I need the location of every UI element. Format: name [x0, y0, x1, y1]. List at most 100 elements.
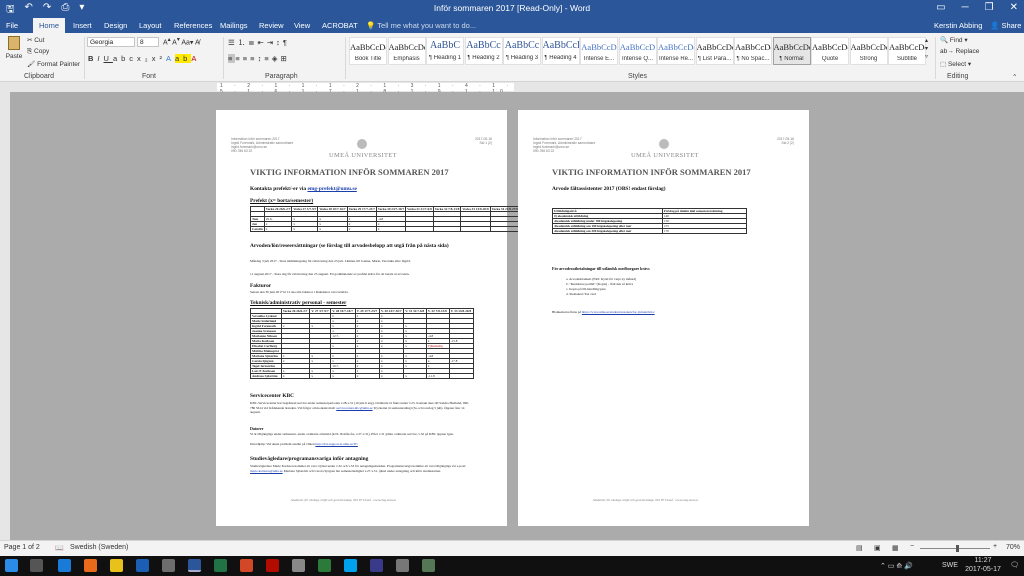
- skype-icon[interactable]: [344, 559, 357, 572]
- style-normal[interactable]: AaBbCcDd ¶ Normal: [772, 37, 811, 65]
- tab-view[interactable]: View: [294, 21, 310, 30]
- excel-icon[interactable]: [214, 559, 227, 572]
- share-button[interactable]: 👤 Share: [990, 21, 1021, 30]
- task-view-icon[interactable]: [30, 559, 43, 572]
- style-intense-q[interactable]: AaBbCcD Intense Q...: [618, 37, 657, 65]
- underline-button[interactable]: U: [104, 54, 113, 63]
- bullets-icon[interactable]: ☰: [228, 38, 238, 47]
- collapse-ribbon-icon[interactable]: ⌃: [1012, 73, 1017, 81]
- app-icon[interactable]: [292, 559, 305, 572]
- user-name[interactable]: Kerstin Abbing: [934, 21, 982, 30]
- style-heading-4[interactable]: AaBbCcD ¶ Heading 4: [541, 37, 580, 65]
- firefox-icon[interactable]: [84, 559, 97, 572]
- tab-mailings[interactable]: Mailings: [220, 21, 248, 30]
- zoom-slider[interactable]: [920, 548, 990, 549]
- style-intense-re[interactable]: AaBbCcDd Intense Re...: [657, 37, 695, 65]
- style-intense-e[interactable]: AaBbCcD Intense E...: [580, 37, 618, 65]
- acrobat-icon[interactable]: [266, 559, 279, 572]
- text-effects-icon[interactable]: A: [166, 54, 175, 63]
- zoom-level[interactable]: 70%: [1006, 544, 1020, 551]
- font-color-icon[interactable]: A: [191, 54, 200, 63]
- font-name-select[interactable]: Georgia: [87, 37, 135, 47]
- sort-icon[interactable]: ↕: [276, 38, 283, 47]
- edge-icon[interactable]: [58, 559, 71, 572]
- tab-file[interactable]: File: [6, 21, 18, 30]
- style-strong[interactable]: AaBbCcDd Strong: [849, 37, 888, 65]
- input-language[interactable]: SWE: [942, 562, 958, 569]
- style-heading-1[interactable]: AaBbC ¶ Heading 1: [426, 37, 464, 65]
- outlook-icon[interactable]: [136, 559, 149, 572]
- justify-icon[interactable]: ≡: [250, 54, 257, 63]
- style-book-title[interactable]: AaBbCcDd Book Title: [349, 37, 387, 65]
- cut-button[interactable]: ✂ Cut: [27, 36, 44, 44]
- web-layout-icon[interactable]: ▦: [892, 544, 899, 552]
- read-mode-icon[interactable]: ▤: [856, 544, 863, 552]
- tab-acrobat[interactable]: ACROBAT: [322, 21, 358, 30]
- tab-references[interactable]: References: [174, 21, 212, 30]
- minimize-button[interactable]: ─: [962, 2, 969, 13]
- app-icon[interactable]: [396, 559, 409, 572]
- style-heading-3[interactable]: AaBbCc ¶ Heading 3: [503, 37, 541, 65]
- explorer-icon[interactable]: [162, 559, 175, 572]
- studievagledare-email-link[interactable]: marie.karlsson@umu.se: [250, 469, 283, 473]
- bold-button[interactable]: B: [88, 54, 97, 63]
- numbering-icon[interactable]: ⒈: [238, 38, 249, 47]
- proofing-icon[interactable]: 📖: [55, 544, 64, 552]
- font-size-select[interactable]: 8: [137, 37, 159, 47]
- highlight-icon[interactable]: ab: [174, 54, 192, 63]
- zoom-in-button[interactable]: +: [993, 543, 997, 550]
- page-1[interactable]: Information inför sommaren 2017 Ingrid F…: [216, 110, 551, 526]
- tell-me-box[interactable]: 💡 Tell me what you want to do...: [366, 21, 476, 30]
- page-count[interactable]: Page 1 of 2: [4, 544, 40, 551]
- tab-design[interactable]: Design: [104, 21, 127, 30]
- prefekt-email-link[interactable]: emg-prefekt@umu.se: [307, 186, 356, 192]
- line-spacing-icon[interactable]: ↕≡: [258, 54, 272, 63]
- copy-button[interactable]: ⎘ Copy: [27, 48, 49, 56]
- show-marks-icon[interactable]: ¶: [283, 38, 290, 47]
- multilevel-list-icon[interactable]: ≣: [248, 38, 257, 47]
- dat-support-link[interactable]: http://dat-support.at.umu.se/IT/: [315, 442, 357, 446]
- page-2[interactable]: Information inför sommaren 2017 Ingrid F…: [518, 110, 809, 526]
- ribbon-options-icon[interactable]: ▭: [936, 2, 945, 13]
- word-icon[interactable]: [188, 559, 201, 572]
- style-quote[interactable]: AaBbCcDd Quote: [811, 37, 849, 65]
- restore-button[interactable]: ❐: [985, 2, 994, 13]
- styles-scroll[interactable]: ▴ ▾ ▿: [925, 37, 928, 61]
- zoom-out-button[interactable]: −: [910, 543, 914, 550]
- app-icon[interactable]: [318, 559, 331, 572]
- subscript-button[interactable]: x₂: [137, 54, 152, 63]
- language-indicator[interactable]: Swedish (Sweden): [70, 544, 128, 551]
- strikethrough-button[interactable]: abc: [113, 54, 137, 63]
- select-button[interactable]: ⬚ Select ▾: [940, 60, 971, 68]
- chrome-icon[interactable]: [110, 559, 123, 572]
- grow-font-button[interactable]: A▴ A▾ Aa▾ A̸: [163, 37, 200, 46]
- kbc-email-link[interactable]: servicecenter.kbc@umu.se: [336, 406, 372, 410]
- clock[interactable]: 11:27: [968, 557, 998, 564]
- superscript-button[interactable]: x²: [152, 54, 166, 63]
- borders-icon[interactable]: ⊞: [280, 54, 289, 63]
- style-list-para[interactable]: AaBbCcDd ¶ List Para...: [695, 37, 734, 65]
- style-no-spac[interactable]: AaBbCcDd ¶ No Spac...: [734, 37, 772, 65]
- app-icon[interactable]: [422, 559, 435, 572]
- style-subtitle[interactable]: AaBbCcDd Subtitle: [888, 37, 926, 65]
- start-icon[interactable]: [5, 559, 18, 572]
- decrease-indent-icon[interactable]: ⇤: [258, 38, 267, 47]
- paste-button[interactable]: Paste: [5, 36, 23, 70]
- increase-indent-icon[interactable]: ⇥: [267, 38, 276, 47]
- style-emphasis[interactable]: AaBbCcDd Emphasis: [387, 37, 426, 65]
- horizontal-ruler[interactable]: 1 · 2 · 1 · 1 · 1 · 2 · 1 · 3 · 1 · 4 · …: [0, 82, 1024, 107]
- find-button[interactable]: 🔍 Find ▾: [940, 36, 968, 44]
- powerpoint-icon[interactable]: [240, 559, 253, 572]
- zoom-slider-thumb[interactable]: [956, 545, 959, 552]
- close-button[interactable]: ✕: [1010, 2, 1018, 13]
- format-painter-button[interactable]: 🖌 Format Painter: [27, 60, 80, 68]
- vertical-ruler[interactable]: [0, 92, 10, 540]
- date[interactable]: 2017-05-17: [960, 566, 1006, 573]
- tab-insert[interactable]: Insert: [73, 21, 92, 30]
- app-icon[interactable]: [370, 559, 383, 572]
- tray-icons[interactable]: ⌃ ▭ ⟰ 🔊: [880, 562, 913, 570]
- style-heading-2[interactable]: AaBbCc ¶ Heading 2: [464, 37, 503, 65]
- tab-review[interactable]: Review: [259, 21, 284, 30]
- replace-button[interactable]: ab→ Replace: [940, 48, 979, 55]
- tab-home[interactable]: Home: [33, 18, 66, 33]
